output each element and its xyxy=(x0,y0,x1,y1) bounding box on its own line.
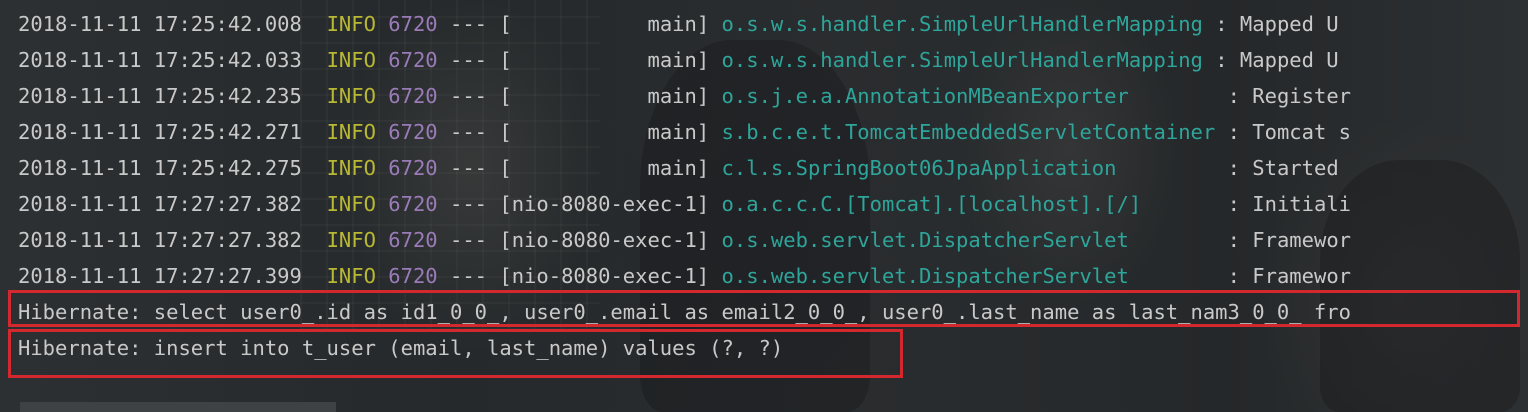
log-separator: --- xyxy=(450,48,488,72)
log-pid: 6720 xyxy=(388,48,438,72)
log-pid: 6720 xyxy=(388,84,438,108)
log-thread: [ main] xyxy=(499,84,710,108)
log-message: : Started xyxy=(1215,156,1351,180)
log-separator: --- xyxy=(450,120,488,144)
log-logger: o.a.c.c.C.[Tomcat].[localhost].[/] xyxy=(721,192,1216,216)
log-thread: [nio-8080-exec-1] xyxy=(499,228,710,252)
log-line: 2018-11-11 17:25:42.271 INFO 6720 --- [ … xyxy=(18,114,1351,150)
log-level: INFO xyxy=(326,120,376,144)
log-level: INFO xyxy=(326,12,376,36)
log-pid: 6720 xyxy=(388,264,438,288)
log-line: 2018-11-11 17:25:42.008 INFO 6720 --- [ … xyxy=(18,6,1351,42)
log-separator: --- xyxy=(450,264,488,288)
log-line: 2018-11-11 17:27:27.382 INFO 6720 --- [n… xyxy=(18,186,1351,222)
log-logger: o.s.web.servlet.DispatcherServlet xyxy=(721,228,1216,252)
log-line: 2018-11-11 17:27:27.399 INFO 6720 --- [n… xyxy=(18,258,1351,294)
log-separator: --- xyxy=(450,228,488,252)
log-timestamp: 2018-11-11 17:25:42.033 xyxy=(18,48,302,72)
log-logger: o.s.w.s.handler.SimpleUrlHandlerMapping xyxy=(721,48,1203,72)
highlight-box-select xyxy=(8,290,1520,327)
highlight-box-insert xyxy=(8,329,903,378)
log-message: : Mapped U xyxy=(1202,12,1339,36)
log-pid: 6720 xyxy=(388,120,438,144)
log-message: : Mapped U xyxy=(1202,48,1339,72)
log-line: 2018-11-11 17:25:42.235 INFO 6720 --- [ … xyxy=(18,78,1351,114)
log-level: INFO xyxy=(326,84,376,108)
console-output: 2018-11-11 17:25:42.008 INFO 6720 --- [ … xyxy=(0,0,1528,412)
log-separator: --- xyxy=(450,156,488,180)
log-thread: [nio-8080-exec-1] xyxy=(499,264,710,288)
log-thread: [ main] xyxy=(499,156,710,180)
log-timestamp: 2018-11-11 17:25:42.235 xyxy=(18,84,302,108)
log-message: : Register xyxy=(1215,84,1351,108)
log-timestamp: 2018-11-11 17:27:27.382 xyxy=(18,192,302,216)
log-pid: 6720 xyxy=(388,192,438,216)
log-message: : Initiali xyxy=(1215,192,1351,216)
log-level: INFO xyxy=(326,264,376,288)
log-timestamp: 2018-11-11 17:27:27.399 xyxy=(18,264,302,288)
log-line: 2018-11-11 17:25:42.033 INFO 6720 --- [ … xyxy=(18,42,1351,78)
log-thread: [nio-8080-exec-1] xyxy=(499,192,710,216)
log-timestamp: 2018-11-11 17:25:42.271 xyxy=(18,120,302,144)
log-separator: --- xyxy=(450,192,488,216)
log-timestamp: 2018-11-11 17:25:42.275 xyxy=(18,156,302,180)
log-logger: c.l.s.SpringBoot06JpaApplication xyxy=(721,156,1216,180)
log-level: INFO xyxy=(326,192,376,216)
log-message: : Framewor xyxy=(1215,228,1351,252)
log-line: 2018-11-11 17:27:27.382 INFO 6720 --- [n… xyxy=(18,222,1351,258)
log-logger: o.s.j.e.a.AnnotationMBeanExporter xyxy=(721,84,1216,108)
log-level: INFO xyxy=(326,228,376,252)
log-level: INFO xyxy=(326,156,376,180)
log-pid: 6720 xyxy=(388,228,438,252)
log-pid: 6720 xyxy=(388,12,438,36)
log-thread: [ main] xyxy=(499,12,710,36)
log-logger: o.s.w.s.handler.SimpleUrlHandlerMapping xyxy=(721,12,1203,36)
log-level: INFO xyxy=(326,48,376,72)
log-thread: [ main] xyxy=(499,48,710,72)
log-line: 2018-11-11 17:25:42.275 INFO 6720 --- [ … xyxy=(18,150,1351,186)
horizontal-scrollbar[interactable] xyxy=(20,402,336,412)
log-pid: 6720 xyxy=(388,156,438,180)
log-separator: --- xyxy=(450,84,488,108)
log-message: : Framewor xyxy=(1215,264,1351,288)
log-timestamp: 2018-11-11 17:25:42.008 xyxy=(18,12,302,36)
log-logger: o.s.web.servlet.DispatcherServlet xyxy=(721,264,1216,288)
log-separator: --- xyxy=(450,12,488,36)
log-logger: s.b.c.e.t.TomcatEmbeddedServletContainer xyxy=(721,120,1216,144)
log-thread: [ main] xyxy=(499,120,710,144)
log-timestamp: 2018-11-11 17:27:27.382 xyxy=(18,228,302,252)
log-message: : Tomcat s xyxy=(1215,120,1351,144)
